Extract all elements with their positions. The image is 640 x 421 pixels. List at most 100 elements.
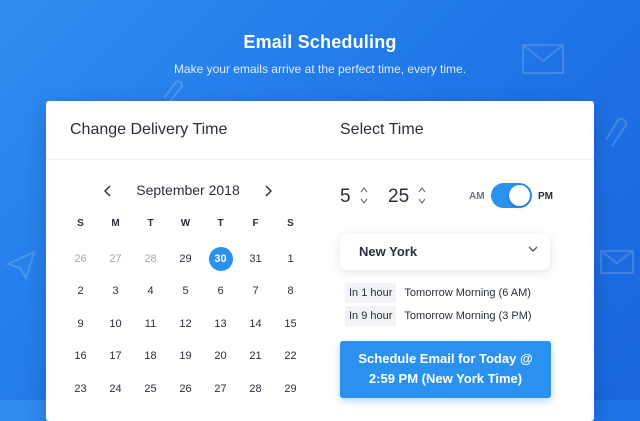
scheduling-card: Change Delivery Time Select Time Septemb… [46, 101, 594, 421]
calendar-day-number: 29 [179, 252, 192, 265]
am-label[interactable]: AM [469, 191, 485, 202]
calendar-day[interactable]: 10 [98, 312, 133, 345]
calendar-day-number: 28 [249, 382, 262, 395]
timezone-select[interactable]: New York [340, 234, 550, 270]
quick-option[interactable]: In 9 hour Tomorrow Morning (3 PM) [345, 306, 532, 326]
calendar-day-number: 8 [287, 285, 294, 298]
calendar-grid: S M T W T F S 26 27 28 29 30 31 1 2 3 4 5 6 7 8 9 10 11 12 13 14 15… [63, 214, 308, 410]
calendar-day[interactable]: 11 [133, 312, 168, 345]
calendar-day[interactable]: 21 [238, 344, 273, 377]
pm-label[interactable]: PM [538, 191, 553, 202]
calendar-day-number: 27 [214, 382, 227, 395]
chevron-down-icon [528, 244, 538, 256]
calendar-day-number: 13 [214, 317, 227, 330]
hour-value[interactable]: 5 [340, 186, 351, 208]
hour-stepper[interactable] [358, 186, 370, 208]
chevron-right-icon [265, 185, 273, 197]
paperclip-icon [605, 117, 628, 147]
calendar-day-number: 22 [284, 350, 297, 363]
calendar-day[interactable]: 15 [273, 312, 308, 345]
minute-up-icon[interactable] [416, 186, 428, 197]
calendar-day[interactable]: 24 [98, 377, 133, 410]
calendar-day[interactable]: 13 [203, 312, 238, 345]
calendar-day-number: 28 [144, 252, 157, 265]
calendar-day[interactable]: 12 [168, 312, 203, 345]
calendar-day[interactable]: 4 [133, 279, 168, 312]
hour-up-icon[interactable] [358, 186, 370, 197]
calendar-day-number: 26 [74, 252, 87, 265]
quick-option[interactable]: In 1 hour Tomorrow Morning (6 AM) [345, 283, 531, 303]
calendar-day-number: 17 [109, 350, 122, 363]
weekday-header: S [77, 218, 84, 229]
calendar-day-number: 27 [109, 252, 122, 265]
calendar-day-selected[interactable]: 30 [203, 246, 238, 280]
calendar-day-number: 5 [182, 285, 189, 298]
calendar-day[interactable]: 20 [203, 344, 238, 377]
quick-option-pill[interactable]: In 9 hour [345, 306, 397, 326]
calendar-day[interactable]: 27 [98, 247, 133, 280]
calendar-day[interactable]: 1 [273, 247, 308, 280]
calendar-day[interactable]: 29 [168, 247, 203, 280]
calendar-day[interactable]: 14 [238, 312, 273, 345]
calendar-day[interactable]: 17 [98, 344, 133, 377]
weekday-header: S [287, 218, 294, 229]
next-month-button[interactable] [260, 181, 276, 201]
calendar-day-number: 9 [77, 317, 84, 330]
quick-option-text[interactable]: Tomorrow Morning (3 PM) [404, 310, 531, 322]
weekday-header: F [252, 218, 259, 229]
calendar-day[interactable]: 26 [168, 377, 203, 410]
calendar-day-number: 6 [217, 285, 224, 298]
calendar-day[interactable]: 6 [203, 279, 238, 312]
calendar-day-number: 18 [144, 350, 157, 363]
calendar-day-number: 25 [144, 382, 157, 395]
calendar-day[interactable]: 3 [98, 279, 133, 312]
calendar-day-number: 11 [144, 317, 157, 330]
calendar-day-number: 21 [249, 350, 262, 363]
envelope-icon [600, 250, 634, 274]
calendar-day[interactable]: 18 [133, 344, 168, 377]
calendar-day[interactable]: 22 [273, 344, 308, 377]
am-pm-toggle[interactable] [491, 183, 532, 208]
change-delivery-time-title: Change Delivery Time [70, 121, 228, 138]
calendar-day-number: 12 [179, 317, 192, 330]
minute-down-icon[interactable] [416, 197, 428, 208]
calendar-day[interactable]: 25 [133, 377, 168, 410]
calendar-day-number: 31 [249, 252, 262, 265]
calendar-day[interactable]: 26 [63, 247, 98, 280]
weekday-header: W [180, 218, 191, 229]
schedule-email-button[interactable]: Schedule Email for Today @ 2:59 PM (New … [340, 341, 551, 398]
calendar-day-number: 29 [284, 382, 297, 395]
calendar-day[interactable]: 31 [238, 247, 273, 280]
calendar-day[interactable]: 28 [238, 377, 273, 410]
calendar-day-number: 1 [287, 252, 294, 265]
calendar-day[interactable]: 29 [273, 377, 308, 410]
calendar-day-number: 10 [109, 317, 122, 330]
calendar-day-number: 15 [284, 317, 297, 330]
calendar-day-number: 2 [77, 285, 84, 298]
calendar-day[interactable]: 8 [273, 279, 308, 312]
prev-month-button[interactable] [100, 181, 116, 201]
calendar-day[interactable]: 9 [63, 312, 98, 345]
calendar-day[interactable]: 19 [168, 344, 203, 377]
weekday-header: T [147, 218, 154, 229]
calendar-day[interactable]: 2 [63, 279, 98, 312]
quick-option-pill[interactable]: In 1 hour [345, 283, 397, 303]
cta-line-1: Schedule Email for Today @ [358, 351, 533, 366]
calendar-day[interactable]: 16 [63, 344, 98, 377]
calendar-day-number: 20 [214, 350, 227, 363]
calendar-day[interactable]: 27 [203, 377, 238, 410]
calendar-day[interactable]: 23 [63, 377, 98, 410]
calendar-day[interactable]: 5 [168, 279, 203, 312]
hour-down-icon[interactable] [358, 197, 370, 208]
calendar-month-label: September 2018 [136, 182, 240, 198]
calendar-day[interactable]: 7 [238, 279, 273, 312]
quick-option-text[interactable]: Tomorrow Morning (6 AM) [404, 287, 531, 299]
calendar-day-number: 26 [179, 382, 192, 395]
calendar-nav: September 2018 [100, 181, 276, 201]
send-icon [6, 250, 36, 280]
minute-stepper[interactable] [416, 186, 428, 208]
page-subtitle: Make your emails arrive at the perfect t… [173, 62, 467, 76]
calendar-day[interactable]: 28 [133, 247, 168, 280]
minute-value[interactable]: 25 [388, 186, 409, 208]
calendar-day-number: 23 [74, 382, 87, 395]
